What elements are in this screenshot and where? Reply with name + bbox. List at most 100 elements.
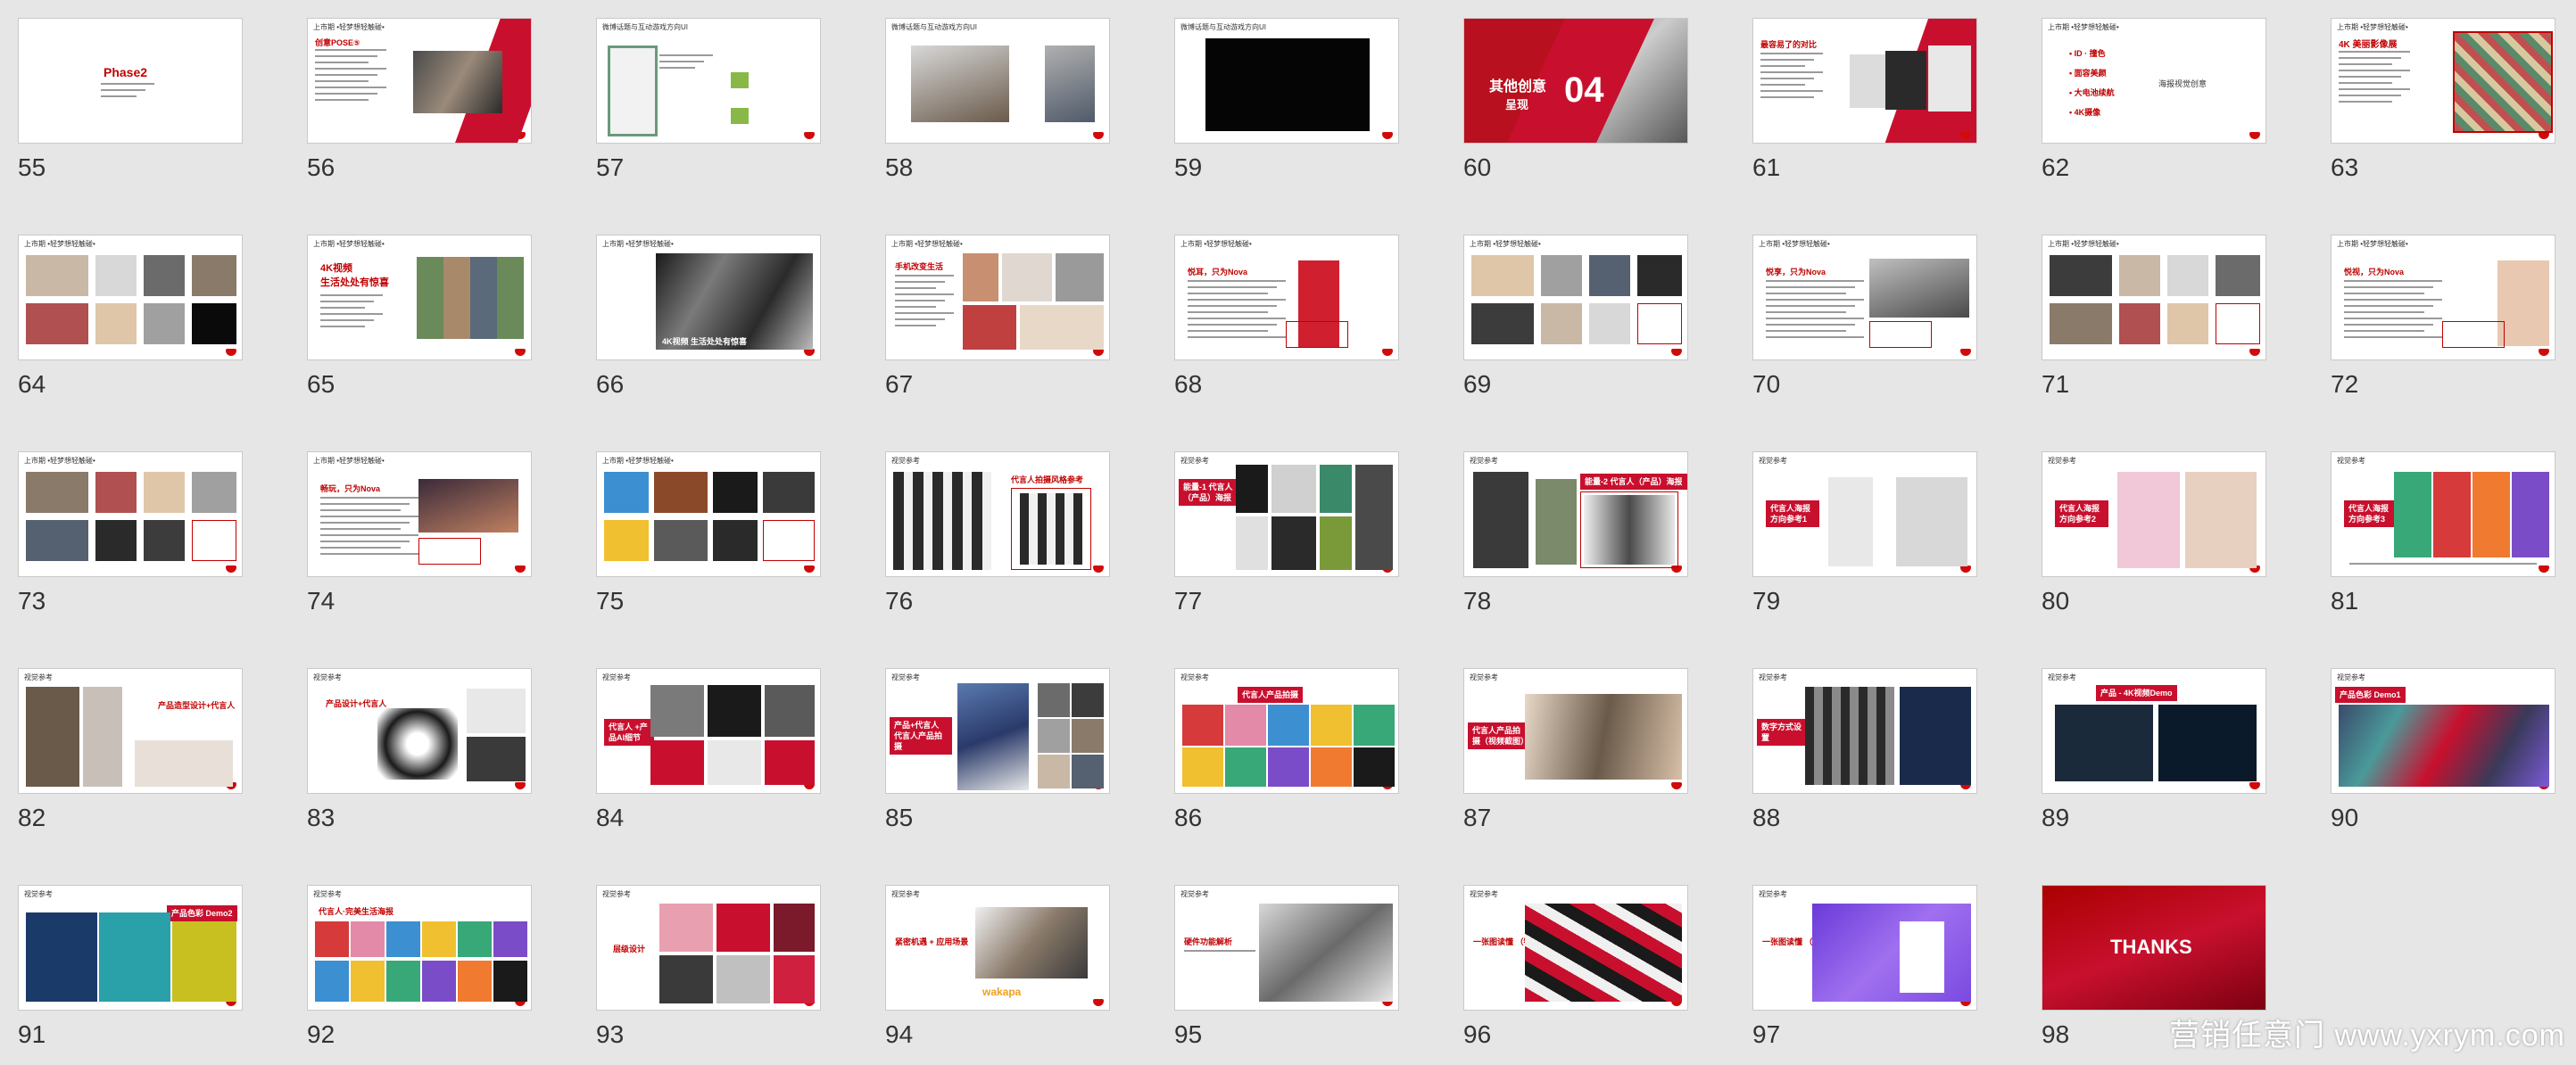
slide-thumbnail-74[interactable]: 上市期 •轻梦想轻触碰• 畅玩，只为Nova (307, 451, 532, 577)
photo (2119, 303, 2160, 344)
text-line (1188, 305, 1277, 307)
slide-thumbnail-66[interactable]: 上市期 •轻梦想轻触碰• 4K视频 生活处处有惊喜 (596, 235, 821, 360)
slide-thumbnail-64[interactable]: 上市期 •轻梦想轻触碰• (18, 235, 243, 360)
slide-header: 上市期 •轻梦想轻触碰• (2337, 240, 2408, 248)
slide-thumbnail-88[interactable]: 视觉参考 数字方式设置 (1752, 668, 1977, 794)
slide-thumbnail-62[interactable]: 上市期 •轻梦想轻触碰• • ID · 撞色 • 面容美颜 • 大电池续航 • 4K摄像… (2042, 18, 2266, 144)
slide-thumbnail-97[interactable]: 视觉参考 一张图读懂 （功能） (1752, 885, 1977, 1011)
slide-number: 72 (2331, 370, 2359, 398)
slide-thumbnail-55[interactable]: Phase2 (18, 18, 243, 144)
photo (458, 961, 492, 1002)
slide-thumbnail-59[interactable]: 微博话题与互动游戏方向UI (1174, 18, 1399, 144)
photo (1900, 921, 1944, 993)
text-line (320, 509, 401, 511)
photo (604, 472, 649, 513)
slide-thumbnail-70[interactable]: 上市期 •轻梦想轻触碰• 悦享，只为Nova (1752, 235, 1977, 360)
photo (418, 479, 518, 532)
slide-title: Phase2 (104, 65, 148, 79)
slide-number: 91 (18, 1020, 46, 1048)
slide-header: 上市期 •轻梦想轻触碰• (313, 457, 385, 465)
slide-thumbnail-93[interactable]: 视觉参考 层级设计 (596, 885, 821, 1011)
photo (975, 907, 1088, 978)
slide-header: 上市期 •轻梦想轻触碰• (1759, 240, 1830, 248)
text-line (895, 306, 936, 308)
slide-thumbnail-85[interactable]: 视觉参考 产品+代言人 代言人产品拍摄 (885, 668, 1110, 794)
highlight-box (2216, 303, 2260, 344)
slide-thumbnail-98[interactable]: THANKS (2042, 885, 2266, 1011)
text-line (320, 541, 410, 542)
slide-thumbnail-75[interactable]: 上市期 •轻梦想轻触碰• (596, 451, 821, 577)
slide-thumbnail-76[interactable]: 视觉参考 代言人拍摄风格参考 (885, 451, 1110, 577)
photo (1473, 472, 1528, 568)
slide-thumbnail-68[interactable]: 上市期 •轻梦想轻触碰• 悦耳，只为Nova (1174, 235, 1399, 360)
huawei-logo (1671, 782, 1682, 789)
photo (2339, 705, 2549, 787)
text-line (2339, 70, 2410, 71)
huawei-logo (515, 782, 526, 789)
slide-thumbnail-65[interactable]: 上市期 •轻梦想轻触碰• 4K视频 生活处处有惊喜 (307, 235, 532, 360)
highlight-box (1286, 321, 1348, 348)
slide-thumbnail-92[interactable]: 视觉参考 代言人·完美生活海报 (307, 885, 532, 1011)
photo (2394, 472, 2431, 557)
slide-thumbnail-82[interactable]: 视觉参考 产品造型设计+代言人 (18, 668, 243, 794)
slide-number: 83 (307, 804, 335, 831)
text-line (1188, 311, 1268, 313)
slide-thumbnail-94[interactable]: 视觉参考 紧密机遇 + 应用场景 wakapa (885, 885, 1110, 1011)
photo (2167, 255, 2208, 296)
red-label: 产品+代言人 代言人产品拍摄 (890, 717, 952, 755)
photo (1320, 465, 1352, 513)
text-line (320, 497, 418, 499)
slide-thumbnail-81[interactable]: 视觉参考 代言人海报 方向参考3 (2331, 451, 2555, 577)
slide-thumbnail-58[interactable]: 微博话题与互动游戏方向UI (885, 18, 1110, 144)
text-line (1766, 330, 1846, 332)
slide-thumbnail-78[interactable]: 视觉参考 能量-2 代言人（产品）海报 (1463, 451, 1688, 577)
slide-thumbnail-72[interactable]: 上市期 •轻梦想轻触碰• 悦视，只为Nova (2331, 235, 2555, 360)
slide-thumbnail-96[interactable]: 视觉参考 一张图读懂 （物件） (1463, 885, 1688, 1011)
slide-number: 58 (885, 153, 914, 181)
slide-thumbnail-91[interactable]: 视觉参考 产品色彩 Demo2 (18, 885, 243, 1011)
huawei-logo (1093, 999, 1104, 1006)
slide-thumbnail-60[interactable]: 其他创意 呈现 04 (1463, 18, 1688, 144)
text-line (320, 516, 418, 517)
slide-thumbnail-86[interactable]: 视觉参考 代言人产品拍摄 (1174, 668, 1399, 794)
slide-thumbnail-69[interactable]: 上市期 •轻梦想轻触碰• (1463, 235, 1688, 360)
side-note: 海报视觉创意 (2158, 79, 2207, 88)
slide-thumbnail-67[interactable]: 上市期 •轻梦想轻触碰• 手机改变生活 (885, 235, 1110, 360)
photo (708, 685, 761, 737)
slide-number: 92 (307, 1020, 335, 1048)
slide-thumbnail-61[interactable]: 预热期 •再靠近一点•最容易了的对比 (1752, 18, 1977, 144)
photo (1038, 683, 1070, 717)
red-label: 数字方式设置 (1757, 719, 1809, 746)
red-label: 代言人 +产品AI细节 (604, 719, 654, 746)
slide-thumbnail-83[interactable]: 视觉参考 产品设计+代言人 (307, 668, 532, 794)
photo (1182, 705, 1223, 746)
slide-header: 视觉参考 (2048, 457, 2076, 465)
slide-header: 上市期 •轻梦想轻触碰• (602, 457, 674, 465)
slide-thumbnail-71[interactable]: 上市期 •轻梦想轻触碰• (2042, 235, 2266, 360)
slide-thumbnail-90[interactable]: 视觉参考 产品色彩 Demo1 (2331, 668, 2555, 794)
photo (1471, 303, 1534, 344)
slide-thumbnail-87[interactable]: 视觉参考 代言人产品拍摄（视频截图） (1463, 668, 1688, 794)
slide-thumbnail-77[interactable]: 视觉参考 能量-1 代言人（产品）海报 (1174, 451, 1399, 577)
photo (2512, 472, 2549, 557)
slide-thumbnail-57[interactable]: 微博话题与互动游戏方向UI (596, 18, 821, 144)
slide-thumbnail-56[interactable]: 上市期 •轻梦想轻触碰• 创意POSE⑤ (307, 18, 532, 144)
slide-thumbnail-89[interactable]: 视觉参考 产品 - 4K视频Demo (2042, 668, 2266, 794)
text-line (2344, 336, 2442, 338)
text-line (315, 68, 386, 70)
slide-thumbnail-95[interactable]: 视觉参考 硬件功能解析 (1174, 885, 1399, 1011)
slide-subtitle: 层级设计 (613, 945, 646, 954)
text-line (2339, 57, 2401, 59)
text-line (2339, 88, 2410, 90)
photo (2497, 260, 2549, 346)
slide-thumbnail-73[interactable]: 上市期 •轻梦想轻触碰• (18, 451, 243, 577)
photo (604, 520, 649, 561)
red-label: 代言人产品拍摄（视频截图） (1468, 722, 1532, 749)
slide-thumbnail-63[interactable]: 上市期 •轻梦想轻触碰• 4K 美丽影像展 (2331, 18, 2555, 144)
huawei-logo (1093, 566, 1104, 573)
slide-thumbnail-80[interactable]: 视觉参考 代言人海报 方向参考2 (2042, 451, 2266, 577)
text-line (315, 62, 369, 63)
slide-header: 视觉参考 (2048, 673, 2076, 681)
slide-thumbnail-79[interactable]: 视觉参考 代言人海报 方向参考1 (1752, 451, 1977, 577)
slide-thumbnail-84[interactable]: 视觉参考 代言人 +产品AI细节 (596, 668, 821, 794)
